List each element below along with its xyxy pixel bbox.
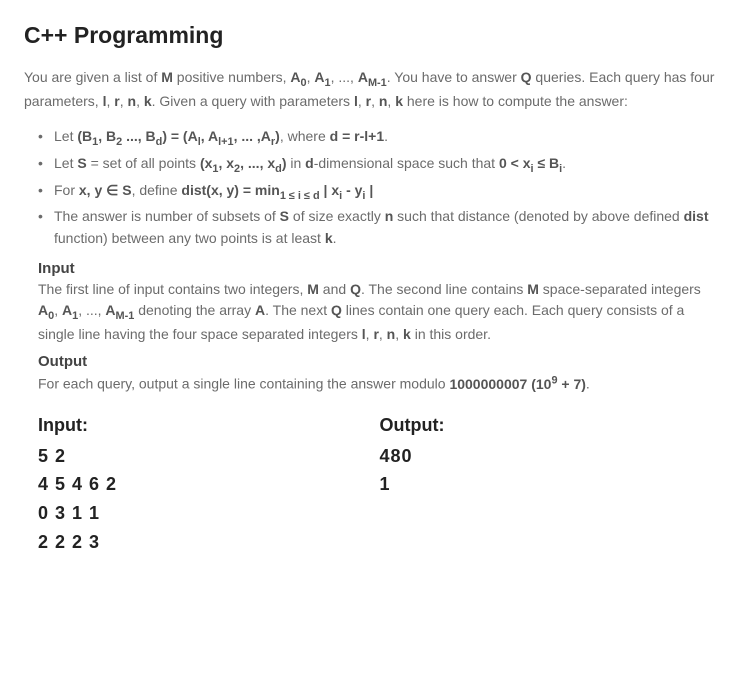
bullet-item: The answer is number of subsets of S of … — [42, 206, 721, 249]
bullet-item: Let (B1, B2 ..., Bd) = (Al, Al+1, ... ,A… — [42, 126, 721, 151]
input-heading: Input — [24, 260, 721, 277]
sample-input-column: Input: 5 2 4 5 4 6 2 0 3 1 1 2 2 2 3 — [38, 415, 380, 557]
sample-output-label: Output: — [380, 415, 722, 436]
sample-input-label: Input: — [38, 415, 380, 436]
sample-input-line: 4 5 4 6 2 — [38, 470, 380, 499]
output-description: For each query, output a single line con… — [24, 372, 721, 395]
sample-input-line: 0 3 1 1 — [38, 499, 380, 528]
sample-input-line: 2 2 2 3 — [38, 528, 380, 557]
bullet-item: For x, y ∈ S, define dist(x, y) = min1 ≤… — [42, 180, 721, 205]
sample-output-column: Output: 480 1 — [380, 415, 722, 557]
input-description: The first line of input contains two int… — [24, 279, 721, 345]
page-title: C++ Programming — [24, 22, 721, 49]
sample-output-line: 480 — [380, 442, 722, 471]
intro-paragraph: You are given a list of M positive numbe… — [24, 67, 721, 112]
bullet-list: Let (B1, B2 ..., Bd) = (Al, Al+1, ... ,A… — [24, 126, 721, 250]
sample-io: Input: 5 2 4 5 4 6 2 0 3 1 1 2 2 2 3 Out… — [24, 415, 721, 557]
bullet-item: Let S = set of all points (x1, x2, ..., … — [42, 153, 721, 178]
output-heading: Output — [24, 353, 721, 370]
sample-output-line: 1 — [380, 470, 722, 499]
sample-input-line: 5 2 — [38, 442, 380, 471]
